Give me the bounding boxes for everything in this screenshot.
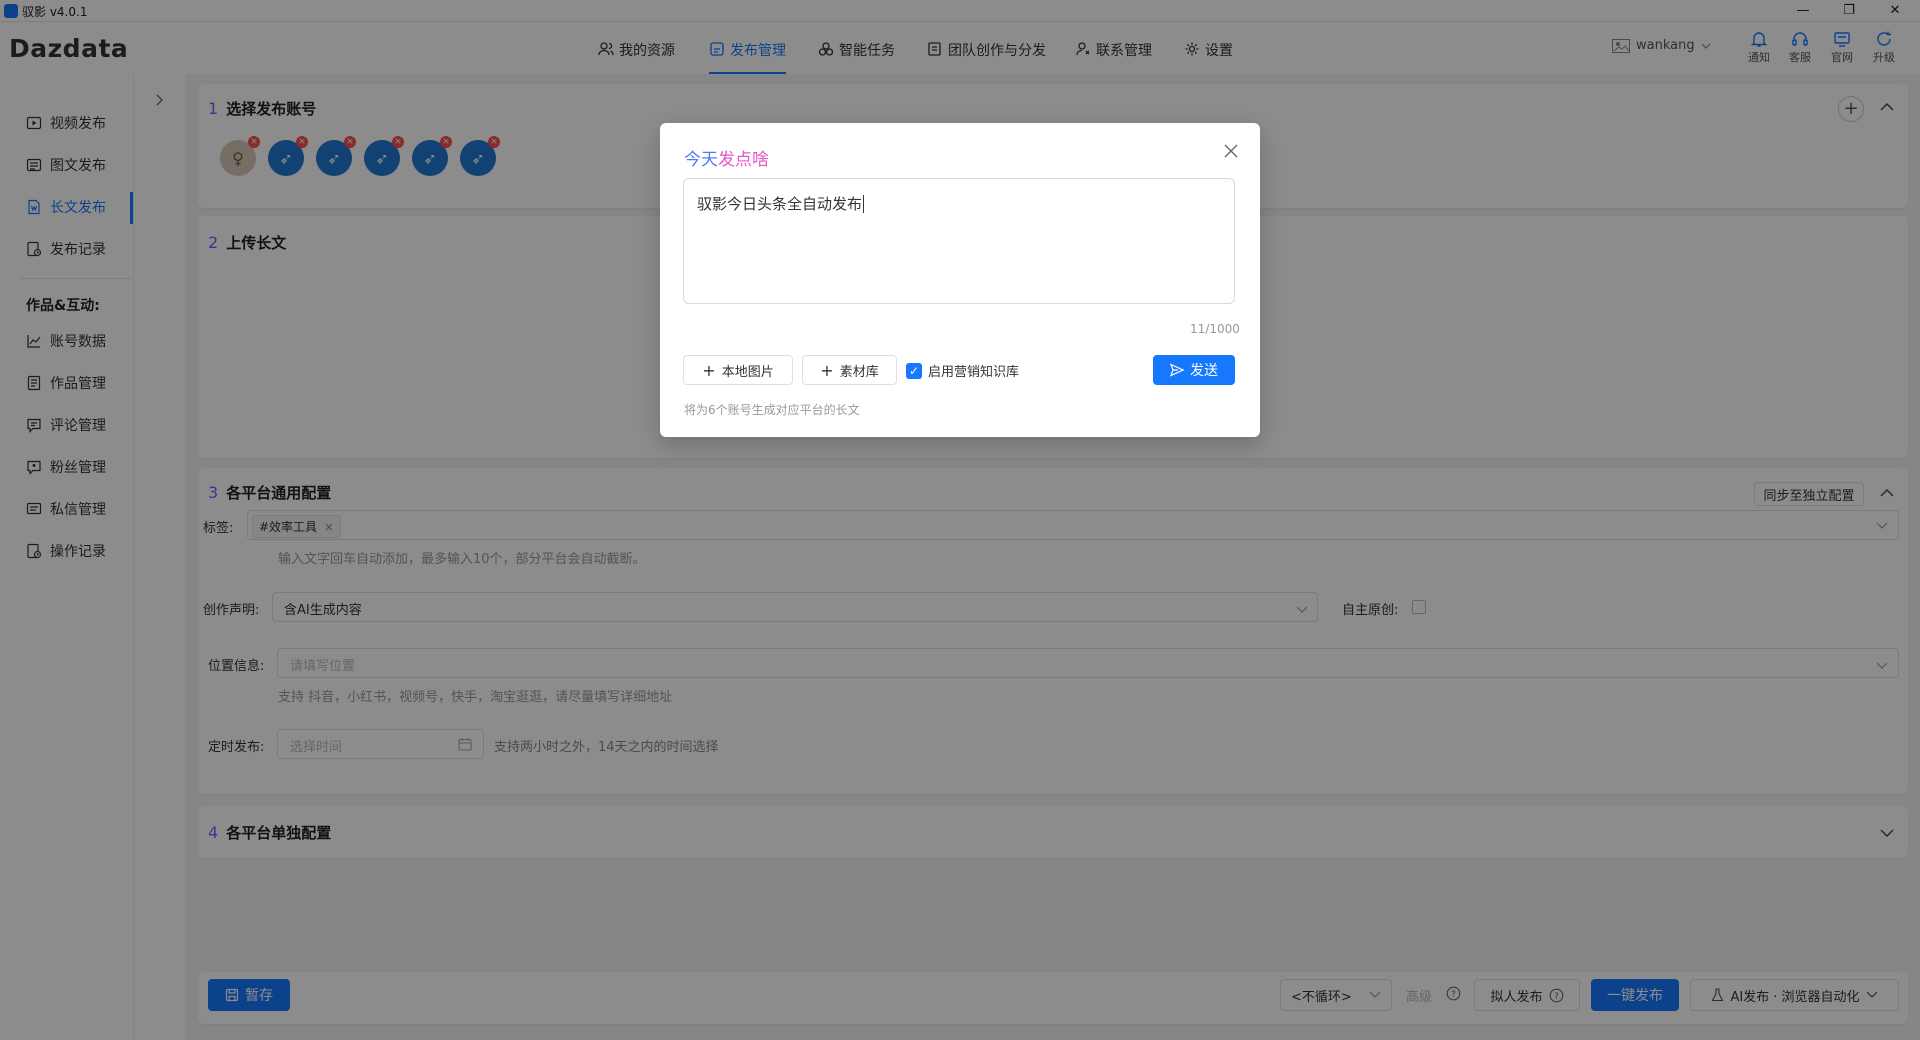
send-label: 发送: [1190, 363, 1218, 379]
compose-textarea[interactable]: 驭影今日头条全自动发布: [683, 178, 1235, 304]
material-library-button[interactable]: + 素材库: [802, 355, 897, 385]
compose-dialog: 今天发点啥 驭影今日头条全自动发布 11/1000 + 本地图片 + 素材库 ✓…: [660, 123, 1260, 437]
dialog-hint: 将为6个账号生成对应平台的长文: [684, 403, 860, 417]
local-image-button[interactable]: + 本地图片: [683, 355, 793, 385]
dialog-title-part2: 发点啥: [718, 150, 769, 170]
close-icon: [1224, 144, 1238, 158]
local-image-label: 本地图片: [721, 364, 774, 380]
marketing-kb-label: 启用营销知识库: [928, 365, 1020, 380]
plus-icon: +: [820, 360, 834, 380]
close-dialog-button[interactable]: [1224, 139, 1238, 163]
material-library-label: 素材库: [839, 364, 879, 380]
char-count: 11/1000: [1190, 322, 1240, 336]
dialog-title: 今天发点啥: [684, 145, 769, 170]
send-button[interactable]: 发送: [1153, 355, 1235, 385]
dialog-title-part1: 今天: [684, 150, 718, 170]
compose-text: 驭影今日头条全自动发布: [697, 195, 863, 213]
plus-icon: +: [702, 360, 716, 380]
text-cursor: [863, 195, 865, 213]
checkbox-checked-icon[interactable]: ✓: [906, 362, 922, 379]
send-icon: [1170, 363, 1184, 377]
marketing-kb-toggle[interactable]: ✓ 启用营销知识库: [906, 361, 1019, 380]
